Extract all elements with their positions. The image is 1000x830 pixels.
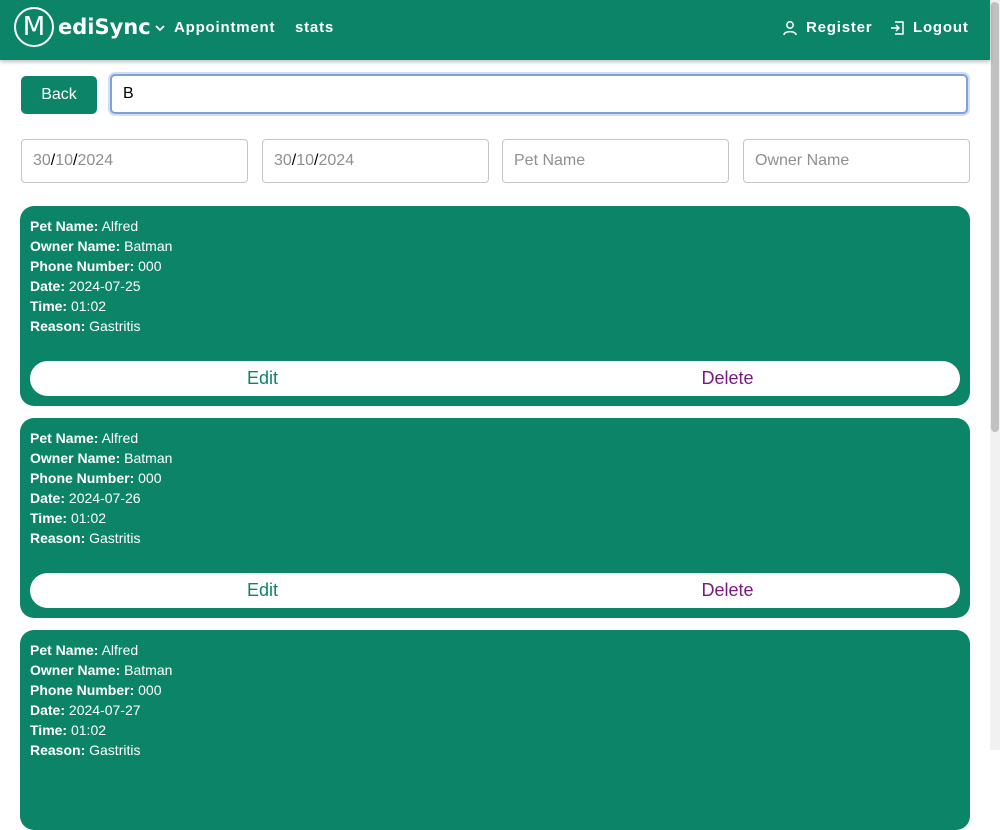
time-value: 01:02 xyxy=(70,298,107,314)
phone-label: Phone Number: xyxy=(30,470,135,486)
nav-appointment-label: Appointment xyxy=(174,19,276,36)
pet-name-filter[interactable] xyxy=(502,139,729,183)
time-label: Time: xyxy=(30,722,68,738)
navbar: M ediSync Appointment stats Register Log… xyxy=(0,0,990,60)
reason-label: Reason: xyxy=(30,742,86,758)
scrollbar-thumb[interactable] xyxy=(991,2,999,432)
reason-row: Reason: Gastritis xyxy=(30,528,172,548)
nav-logout-link[interactable]: Logout xyxy=(889,19,969,36)
edit-button[interactable]: Edit xyxy=(30,361,495,396)
date-label: Date: xyxy=(30,490,66,506)
owner-name-filter[interactable] xyxy=(743,139,970,183)
date-value: 2024-07-25 xyxy=(68,278,141,294)
chevron-down-icon xyxy=(155,24,165,31)
appointment-details: Pet Name: Alfred Owner Name: Batman Phon… xyxy=(30,640,172,760)
logout-icon xyxy=(891,20,904,35)
pet-name-value: Alfred xyxy=(101,642,139,658)
reason-row: Reason: Gastritis xyxy=(30,740,172,760)
date-from-input[interactable]: 30/10/2024 xyxy=(21,139,248,183)
phone-value: 000 xyxy=(138,470,162,486)
date-to-year: 2024 xyxy=(318,152,355,169)
owner-name-row: Owner Name: Batman xyxy=(30,236,172,256)
time-row: Time: 01:02 xyxy=(30,296,172,316)
phone-row: Phone Number: 000 xyxy=(30,468,172,488)
pet-name-row: Pet Name: Alfred xyxy=(30,428,172,448)
appointment-card: Pet Name: Alfred Owner Name: Batman Phon… xyxy=(20,206,970,406)
delete-button[interactable]: Delete xyxy=(495,361,960,396)
date-to-month: 10 xyxy=(296,152,315,169)
owner-name-label: Owner Name: xyxy=(30,662,121,678)
search-input[interactable] xyxy=(110,74,968,114)
pet-name-value: Alfred xyxy=(101,218,139,234)
back-button[interactable]: Back xyxy=(21,76,97,114)
page-scrollbar[interactable] xyxy=(990,0,1000,750)
delete-button[interactable]: Delete xyxy=(495,573,960,608)
owner-name-value: Batman xyxy=(124,450,173,466)
phone-value: 000 xyxy=(138,682,162,698)
pet-name-row: Pet Name: Alfred xyxy=(30,640,172,660)
time-value: 01:02 xyxy=(70,510,107,526)
phone-label: Phone Number: xyxy=(30,682,135,698)
nav-appointment-dropdown[interactable]: Appointment xyxy=(154,19,275,36)
phone-label: Phone Number: xyxy=(30,258,135,274)
pet-name-label: Pet Name: xyxy=(30,218,99,234)
reason-label: Reason: xyxy=(30,530,86,546)
date-to-day: 30 xyxy=(274,152,292,169)
owner-name-value: Batman xyxy=(124,238,173,254)
brand-name: ediSync xyxy=(58,15,151,39)
appointment-details: Pet Name: Alfred Owner Name: Batman Phon… xyxy=(30,216,172,336)
owner-name-row: Owner Name: Batman xyxy=(30,660,172,680)
time-label: Time: xyxy=(30,510,68,526)
nav-register-link[interactable]: Register xyxy=(782,19,872,36)
date-from-month: 10 xyxy=(55,152,74,169)
owner-name-field[interactable] xyxy=(755,152,958,170)
appointment-card: Pet Name: Alfred Owner Name: Batman Phon… xyxy=(20,418,970,618)
date-row: Date: 2024-07-26 xyxy=(30,488,172,508)
phone-value: 000 xyxy=(138,258,162,274)
pet-name-row: Pet Name: Alfred xyxy=(30,216,172,236)
owner-name-label: Owner Name: xyxy=(30,238,121,254)
nav-stats-label: stats xyxy=(295,19,335,36)
reason-row: Reason: Gastritis xyxy=(30,316,172,336)
date-value: 2024-07-26 xyxy=(68,490,141,506)
appointment-details: Pet Name: Alfred Owner Name: Batman Phon… xyxy=(30,428,172,548)
nav-logout-label: Logout xyxy=(913,19,969,36)
date-from-day: 30 xyxy=(33,152,51,169)
pet-name-value: Alfred xyxy=(101,430,139,446)
edit-button[interactable]: Edit xyxy=(30,573,495,608)
date-row: Date: 2024-07-25 xyxy=(30,276,172,296)
date-from-year: 2024 xyxy=(77,152,114,169)
logo-mark: M xyxy=(14,7,54,47)
nav-stats-link[interactable]: stats xyxy=(295,19,334,36)
reason-value: Gastritis xyxy=(89,742,141,758)
phone-row: Phone Number: 000 xyxy=(30,256,172,276)
reason-label: Reason: xyxy=(30,318,86,334)
reason-value: Gastritis xyxy=(89,318,141,334)
watermark: خمسات xyxy=(449,702,551,737)
owner-name-label: Owner Name: xyxy=(30,450,121,466)
card-actions: Edit Delete xyxy=(30,573,960,608)
pet-name-label: Pet Name: xyxy=(30,430,99,446)
pet-name-field[interactable] xyxy=(514,152,717,170)
nav-register-label: Register xyxy=(806,19,873,36)
user-icon xyxy=(783,20,797,35)
reason-value: Gastritis xyxy=(89,530,141,546)
owner-name-value: Batman xyxy=(124,662,173,678)
time-value: 01:02 xyxy=(70,722,107,738)
date-to-input[interactable]: 30/10/2024 xyxy=(262,139,489,183)
date-row: Date: 2024-07-27 xyxy=(30,700,172,720)
time-row: Time: 01:02 xyxy=(30,720,172,740)
time-row: Time: 01:02 xyxy=(30,508,172,528)
owner-name-row: Owner Name: Batman xyxy=(30,448,172,468)
date-value: 2024-07-27 xyxy=(68,702,141,718)
brand-logo[interactable]: M ediSync xyxy=(14,6,151,48)
card-actions: Edit Delete xyxy=(30,361,960,396)
time-label: Time: xyxy=(30,298,68,314)
pet-name-label: Pet Name: xyxy=(30,642,99,658)
phone-row: Phone Number: 000 xyxy=(30,680,172,700)
date-label: Date: xyxy=(30,278,66,294)
date-label: Date: xyxy=(30,702,66,718)
